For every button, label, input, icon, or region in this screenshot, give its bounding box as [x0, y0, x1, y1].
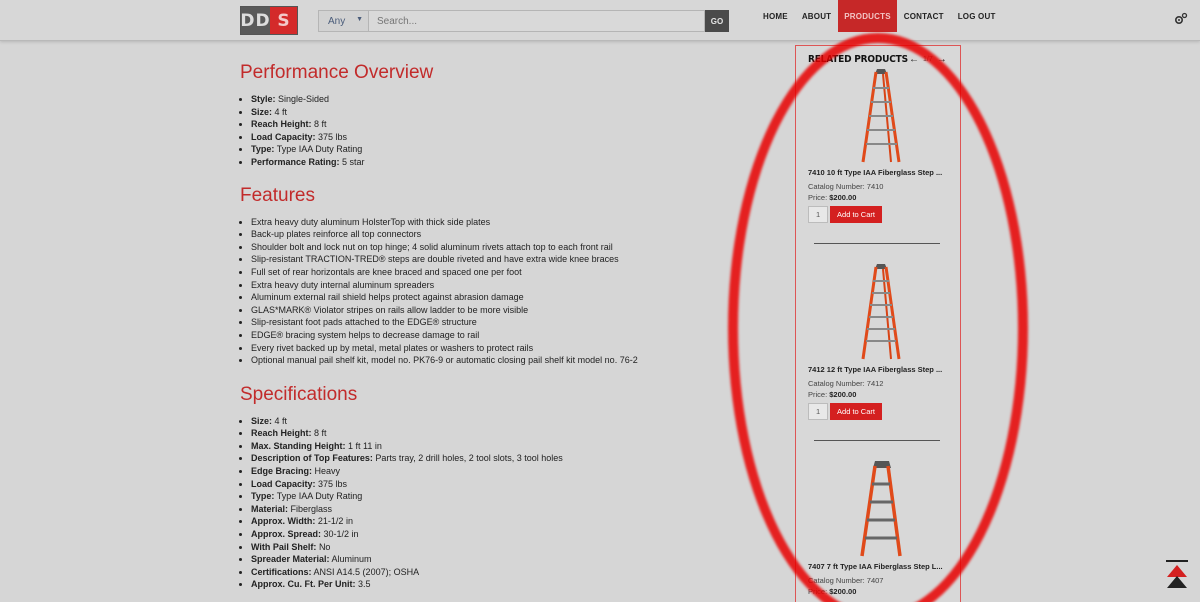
product-price: Price: $200.00	[808, 193, 857, 202]
related-pager: ← 1/7 →	[909, 54, 947, 65]
specifications-section: Specifications Size: 4 ft Reach Height: …	[240, 384, 760, 591]
search-bar: Any ▼ GO	[318, 10, 729, 32]
list-item: Certifications: ANSI A14.5 (2007); OSHA	[251, 566, 760, 579]
performance-list: Style: Single-Sided Size: 4 ft Reach Hei…	[251, 93, 760, 169]
section-title: Specifications	[240, 383, 358, 405]
product-catalog-number: Catalog Number: 7412	[808, 379, 884, 388]
section-title: Features	[240, 184, 315, 206]
features-list: Extra heavy duty aluminum HolsterTop wit…	[251, 216, 760, 367]
nav-products[interactable]: PRODUCTS	[838, 0, 897, 32]
ladder-image	[861, 264, 901, 360]
list-item: Slip-resistant foot pads attached to the…	[251, 316, 760, 329]
product-image[interactable]	[808, 66, 954, 164]
product-name[interactable]: 7407 7 ft Type IAA Fiberglass Step L...	[808, 562, 954, 571]
chevron-down-icon: ▼	[356, 16, 363, 23]
quantity-input[interactable]: 1	[808, 206, 828, 223]
related-products-title: RELATED PRODUCTS	[808, 54, 908, 65]
list-item: Type: Type IAA Duty Rating	[251, 490, 760, 503]
list-item: Spreader Material: Aluminum	[251, 553, 760, 566]
related-products-panel: RELATED PRODUCTS ← 1/7 → 7410 10 ft Type…	[795, 45, 961, 602]
list-item: Description of Top Features: Parts tray,…	[251, 452, 760, 465]
arrow-right-icon[interactable]: →	[937, 54, 947, 65]
add-to-cart-button[interactable]: Add to Cart	[830, 206, 882, 223]
related-product-card: 7412 12 ft Type IAA Fiberglass Step ... …	[808, 263, 954, 420]
gear-icon[interactable]	[1174, 12, 1188, 26]
main-nav: HOME ABOUT PRODUCTS CONTACT LOG OUT	[756, 0, 1003, 32]
list-item: EDGE® bracing system helps to decrease d…	[251, 329, 760, 342]
logo-left: DD	[240, 7, 270, 34]
list-item: Optional manual pail shelf kit, model no…	[251, 354, 760, 367]
product-price: Price: $200.00	[808, 390, 857, 399]
list-item: Material: Fiberglass	[251, 503, 760, 516]
list-item: Approx. Spread: 30-1/2 in	[251, 528, 760, 541]
product-name[interactable]: 7410 10 ft Type IAA Fiberglass Step ...	[808, 168, 954, 177]
list-item: Max. Standing Height: 1 ft 11 in	[251, 440, 760, 453]
list-item: Load Capacity: 375 lbs	[251, 478, 760, 491]
list-item: Aluminum external rail shield helps prot…	[251, 291, 760, 304]
divider	[814, 440, 940, 441]
list-item: GLAS*MARK® Violator stripes on rails all…	[251, 304, 760, 317]
list-item: Full set of rear horizontals are knee br…	[251, 266, 760, 279]
list-item: Approx. Width: 21-1/2 in	[251, 515, 760, 528]
nav-logout[interactable]: LOG OUT	[951, 0, 1003, 32]
list-item: Every rivet backed up by metal, metal pl…	[251, 342, 760, 355]
list-item: Slip-resistant TRACTION-TRED® steps are …	[251, 253, 760, 266]
ladder-image	[861, 69, 901, 163]
site-logo[interactable]: DD S	[240, 6, 298, 35]
list-item: Size: 4 ft	[251, 106, 760, 119]
pager-count: 1/7	[923, 56, 933, 63]
list-item: With Pail Shelf: No	[251, 541, 760, 554]
product-image[interactable]	[808, 263, 954, 361]
search-category-value: Any	[328, 15, 346, 27]
header-divider	[238, 41, 760, 42]
product-price: Price: $200.00	[808, 587, 857, 596]
top-navbar: DD S Any ▼ GO HOME ABOUT PRODUCTS CONTAC…	[0, 0, 1200, 41]
section-title: Performance Overview	[240, 62, 434, 83]
nav-about[interactable]: ABOUT	[795, 0, 838, 32]
search-go-button[interactable]: GO	[705, 10, 729, 32]
divider	[814, 243, 940, 244]
list-item: Edge Bracing: Heavy	[251, 465, 760, 478]
product-name[interactable]: 7412 12 ft Type IAA Fiberglass Step ...	[808, 365, 954, 374]
product-details: Performance Overview Style: Single-Sided…	[240, 44, 760, 591]
specifications-list: Size: 4 ft Reach Height: 8 ft Max. Stand…	[251, 415, 760, 591]
related-product-card: 7410 10 ft Type IAA Fiberglass Step ... …	[808, 66, 954, 223]
scroll-to-top-icon[interactable]	[1166, 560, 1188, 590]
list-item: Shoulder bolt and lock nut on top hinge;…	[251, 241, 760, 254]
list-item: Type: Type IAA Duty Rating	[251, 143, 760, 156]
product-catalog-number: Catalog Number: 7410	[808, 182, 884, 191]
product-catalog-number: Catalog Number: 7407	[808, 576, 884, 585]
related-product-card: 7407 7 ft Type IAA Fiberglass Step L... …	[808, 460, 954, 596]
list-item: Approx. Cu. Ft. Per Unit: 3.5	[251, 578, 760, 591]
cart-row: 1 Add to Cart	[808, 206, 954, 223]
list-item: Load Capacity: 375 lbs	[251, 131, 760, 144]
list-item: Style: Single-Sided	[251, 93, 760, 106]
list-item: Reach Height: 8 ft	[251, 427, 760, 440]
search-category-select[interactable]: Any ▼	[318, 10, 368, 32]
logo-right: S	[270, 7, 297, 34]
list-item: Back-up plates reinforce all top connect…	[251, 228, 760, 241]
list-item: Reach Height: 8 ft	[251, 118, 760, 131]
cart-row: 1 Add to Cart	[808, 403, 954, 420]
performance-overview-section: Performance Overview Style: Single-Sided…	[240, 62, 760, 169]
nav-home[interactable]: HOME	[756, 0, 795, 32]
search-input[interactable]	[368, 10, 705, 32]
list-item: Size: 4 ft	[251, 415, 760, 428]
list-item: Extra heavy duty internal aluminum sprea…	[251, 279, 760, 292]
arrow-left-icon[interactable]: ←	[909, 54, 919, 65]
product-image[interactable]	[808, 460, 954, 558]
ladder-image	[860, 461, 902, 557]
add-to-cart-button[interactable]: Add to Cart	[830, 403, 882, 420]
features-section: Features Extra heavy duty aluminum Holst…	[240, 185, 760, 367]
quantity-input[interactable]: 1	[808, 403, 828, 420]
list-item: Performance Rating: 5 star	[251, 156, 760, 169]
list-item: Extra heavy duty aluminum HolsterTop wit…	[251, 216, 760, 229]
nav-contact[interactable]: CONTACT	[897, 0, 951, 32]
